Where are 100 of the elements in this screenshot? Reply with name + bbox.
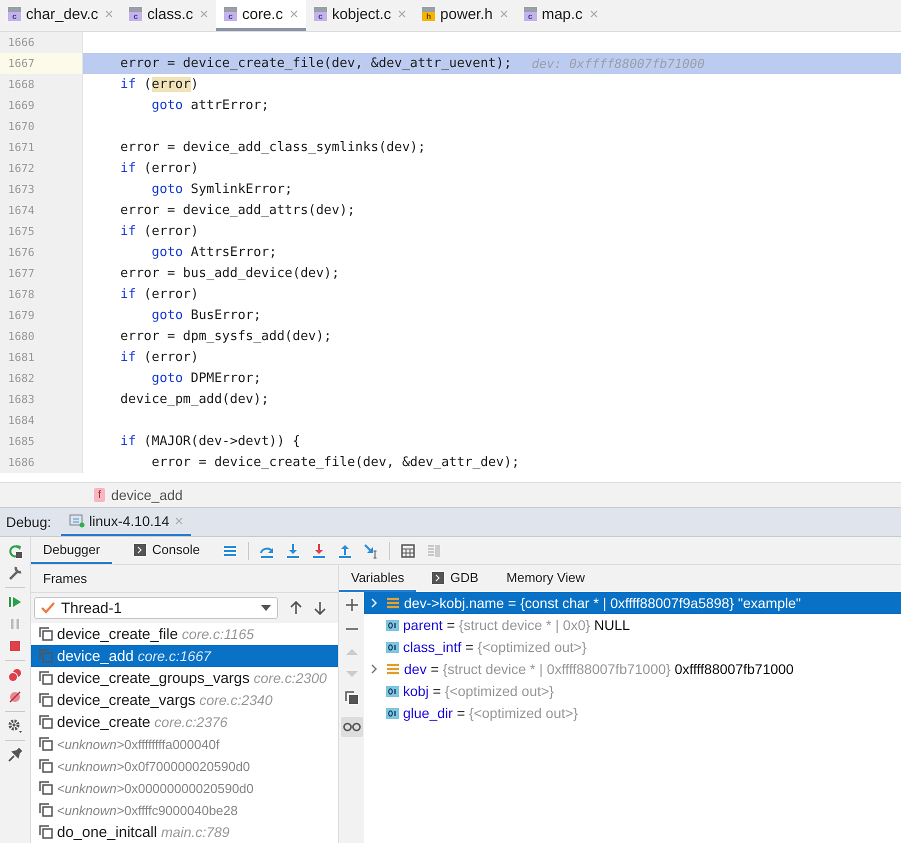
variable-row[interactable]: parent = {struct device * | 0x0} NULL: [364, 614, 901, 636]
force-step-into-icon[interactable]: [310, 542, 327, 558]
copy-icon[interactable]: [344, 691, 358, 705]
code-line: if (error): [119, 77, 199, 92]
file-tab[interactable]: h power.h: [414, 0, 516, 31]
variable-row[interactable]: glue_dir = {<optimized out>}: [364, 702, 901, 724]
frame-icon: [39, 737, 53, 751]
close-icon[interactable]: [398, 10, 406, 18]
c-file-icon: c: [524, 7, 537, 21]
line-number: 1666: [8, 36, 34, 49]
code-line: goto BusError;: [150, 308, 262, 323]
file-tab[interactable]: c char_dev.c: [0, 0, 122, 31]
frames-title: Frames: [43, 571, 88, 586]
stop-icon[interactable]: [7, 638, 23, 654]
variable-row[interactable]: kobj = {<optimized out>}: [364, 680, 901, 702]
stack-frame[interactable]: device_create_groups_vargs core.c:2300: [31, 667, 338, 689]
structure-icon: [386, 597, 400, 609]
code-line: goto DPMError;: [150, 371, 262, 386]
c-file-icon: c: [8, 7, 21, 21]
debugger-tab[interactable]: Console: [122, 537, 212, 564]
stack-frame[interactable]: device_create_file core.c:1165: [31, 623, 338, 645]
arrow-down-icon[interactable]: [314, 601, 326, 615]
resume-icon[interactable]: [7, 594, 23, 610]
variable-row[interactable]: dev->kobj.name = {const char * | 0xffff88007f9a5898} "example": [364, 592, 901, 614]
line-number: 1678: [8, 288, 34, 301]
file-tab[interactable]: c map.c: [516, 0, 606, 31]
line-number: 1675: [8, 225, 34, 238]
code-line: goto attrError;: [150, 98, 270, 113]
step-out-icon[interactable]: [336, 542, 353, 558]
file-tab[interactable]: c class.c: [121, 0, 216, 31]
stack-frame[interactable]: device_create_vargs core.c:2340: [31, 689, 338, 711]
variables-tab[interactable]: Memory View: [494, 565, 597, 592]
close-icon[interactable]: [500, 10, 508, 18]
stack-frame[interactable]: <unknown>0xffffffffa000040f: [31, 733, 338, 755]
code-line: if (error): [119, 224, 199, 239]
calculator-icon[interactable]: [400, 542, 416, 558]
thread-dropdown[interactable]: Thread-1: [34, 597, 278, 619]
file-tab[interactable]: c core.c: [216, 0, 306, 31]
code-line: error = device_create_file(dev, &dev_attr_uevent);: [119, 56, 512, 71]
variable-row[interactable]: class_intf = {<optimized out>}: [364, 636, 901, 658]
variable-row[interactable]: dev = {struct device * | 0xffff88007fb71000} 0xffff88007fb71000: [364, 658, 901, 680]
variables-tab[interactable]: GDB: [420, 565, 490, 592]
file-tab[interactable]: c kobject.c: [306, 0, 414, 31]
stack-frame[interactable]: <unknown>0x00000000020590d0: [31, 777, 338, 799]
arrow-up-icon[interactable]: [290, 601, 302, 615]
frame-icon: [39, 781, 53, 795]
close-icon[interactable]: [290, 10, 298, 18]
code-line: device_pm_add(dev);: [119, 392, 270, 407]
code-line: goto AttrsError;: [150, 245, 277, 260]
debugger-tab[interactable]: Debugger: [31, 537, 112, 564]
line-number: 1667: [8, 57, 34, 70]
mute-breakpoints-icon[interactable]: [7, 689, 23, 705]
code-line: error = device_add_attrs(dev);: [119, 203, 356, 218]
code-line: if (error): [119, 287, 199, 302]
breakpoints-icon[interactable]: [7, 667, 23, 683]
stack-frame[interactable]: <unknown>0x0f700000020590d0: [31, 755, 338, 777]
add-icon[interactable]: [346, 599, 358, 611]
code-line: error = bus_add_device(dev);: [119, 266, 340, 281]
line-number: 1684: [8, 414, 34, 427]
primitive-type-icon: [386, 620, 399, 630]
line-number: 1686: [8, 456, 34, 469]
menu-icon[interactable]: [222, 544, 238, 558]
line-number: 1671: [8, 141, 34, 154]
wrench-icon[interactable]: [7, 565, 23, 581]
console-icon: [432, 572, 444, 584]
rerun-icon[interactable]: [7, 543, 23, 559]
code-line: if (error): [119, 161, 199, 176]
code-line: if (error): [119, 350, 199, 365]
line-number: 1668: [8, 78, 34, 91]
line-number: 1674: [8, 204, 34, 217]
code-line: error = device_add_class_symlinks(dev);: [119, 140, 426, 155]
line-number: 1673: [8, 183, 34, 196]
line-number: 1685: [8, 435, 34, 448]
close-icon[interactable]: [590, 10, 598, 18]
line-number: 1669: [8, 99, 34, 112]
frame-icon: [39, 715, 53, 729]
run-to-cursor-icon[interactable]: [362, 542, 379, 558]
close-icon[interactable]: [200, 10, 208, 18]
pin-icon[interactable]: [7, 747, 23, 763]
stack-frame[interactable]: device_create core.c:2376: [31, 711, 338, 733]
line-number: 1677: [8, 267, 34, 280]
close-icon[interactable]: [105, 10, 114, 18]
line-number: 1672: [8, 162, 34, 175]
step-into-icon[interactable]: [284, 542, 301, 558]
glasses-icon[interactable]: [340, 717, 362, 737]
stack-frame[interactable]: do_one_initcall main.c:789: [31, 821, 338, 843]
code-line: error = dpm_sysfs_add(dev);: [119, 329, 332, 344]
stack-frame[interactable]: device_add core.c:1667: [31, 645, 338, 667]
frame-icon: [39, 825, 53, 839]
code-line: if (MAJOR(dev->devt)) {: [119, 434, 300, 449]
breadcrumb-item[interactable]: device_add: [111, 487, 183, 503]
frame-icon: [39, 671, 53, 685]
structure-icon: [386, 663, 400, 675]
c-file-icon: c: [129, 7, 142, 21]
primitive-type-icon: [386, 642, 399, 652]
session-tab[interactable]: linux-4.10.14: [61, 508, 192, 536]
stack-frame[interactable]: <unknown>0xffffc9000040be28: [31, 799, 338, 821]
settings-icon[interactable]: [7, 718, 23, 734]
chevron-right-icon[interactable]: [370, 664, 378, 674]
c-file-icon: c: [224, 7, 238, 21]
